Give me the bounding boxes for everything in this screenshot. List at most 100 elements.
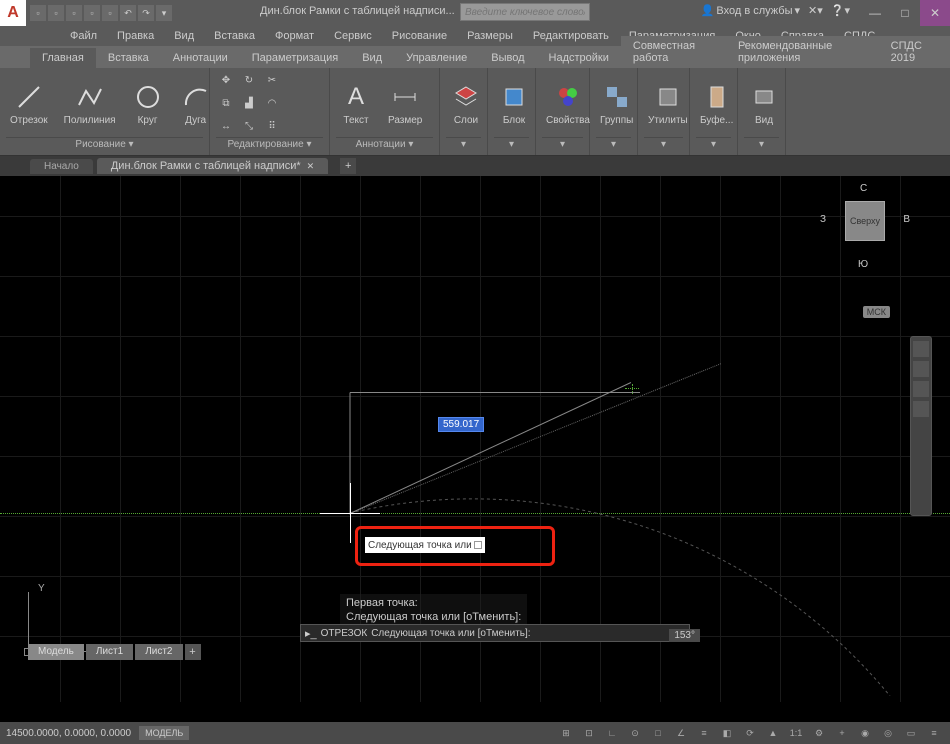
tab-model[interactable]: Модель	[28, 644, 84, 660]
isolate-icon[interactable]: ◎	[878, 725, 898, 741]
hardware-accel-icon[interactable]: ◉	[855, 725, 875, 741]
snap-toggle-icon[interactable]: ⊡	[579, 725, 599, 741]
props-button[interactable]: Свойства	[542, 79, 594, 128]
qat-save-icon[interactable]: ▫	[66, 5, 82, 21]
lineweight-toggle-icon[interactable]: ≡	[694, 725, 714, 741]
groups-button[interactable]: Группы	[596, 79, 637, 128]
search-box[interactable]	[460, 3, 590, 21]
anno-monitor-icon[interactable]: +	[832, 725, 852, 741]
cmd-toggle-icon[interactable]: ▸_	[305, 627, 317, 640]
menu-insert[interactable]: Вставка	[204, 28, 265, 44]
app-menu-icon[interactable]: A	[0, 0, 26, 26]
exchange-icon[interactable]: ✕▾	[808, 4, 823, 17]
viewcube-w[interactable]: З	[820, 214, 826, 225]
close-tab-icon[interactable]: ✕	[307, 161, 315, 171]
customize-icon[interactable]: ≡	[924, 725, 944, 741]
trim-icon[interactable]: ✂	[262, 71, 282, 91]
help-icon[interactable]: ❔▾	[831, 4, 850, 17]
doc-tab-start[interactable]: Начало	[30, 159, 93, 174]
menu-file[interactable]: Файл	[60, 28, 107, 44]
tab-output[interactable]: Вывод	[479, 48, 536, 68]
panel-view-title[interactable]: ▾	[744, 137, 779, 153]
cycling-toggle-icon[interactable]: ⟳	[740, 725, 760, 741]
panel-edit-title[interactable]: Редактирование ▾	[216, 137, 323, 153]
panel-draw-title[interactable]: Рисование ▾	[6, 137, 203, 153]
qat-undo-icon[interactable]: ↶	[120, 5, 136, 21]
scale-icon[interactable]: ⤡	[239, 117, 259, 137]
nav-pan-icon[interactable]	[913, 361, 929, 377]
add-layout-button[interactable]: +	[185, 644, 201, 660]
qat-more-icon[interactable]: ▾	[156, 5, 172, 21]
anno-vis-icon[interactable]: 1:1	[786, 725, 806, 741]
tab-addins[interactable]: Надстройки	[537, 48, 621, 68]
viewcube-e[interactable]: В	[903, 214, 910, 225]
qat-saveas-icon[interactable]: ▫	[84, 5, 100, 21]
menu-format[interactable]: Формат	[265, 28, 324, 44]
viewcube-s[interactable]: Ю	[858, 259, 868, 270]
drawing-canvas[interactable]: 559.017 Следующая точка или Сверху С Ю В…	[0, 176, 950, 702]
menu-edit[interactable]: Правка	[107, 28, 164, 44]
stretch-icon[interactable]: ↔	[216, 117, 236, 137]
tab-view[interactable]: Вид	[350, 48, 394, 68]
close-button[interactable]: ✕	[920, 0, 950, 26]
text-button[interactable]: AТекст	[336, 79, 376, 128]
layers-button[interactable]: Слои	[446, 79, 486, 128]
clipboard-button[interactable]: Буфе...	[696, 79, 737, 128]
line-button[interactable]: Отрезок	[6, 79, 52, 128]
move-icon[interactable]: ✥	[216, 71, 236, 91]
otrack-toggle-icon[interactable]: ∠	[671, 725, 691, 741]
ucs-badge[interactable]: МСК	[863, 306, 890, 318]
command-line[interactable]: ▸_ ОТРЕЗОК Следующая точка или [оТменить…	[300, 624, 690, 642]
qat-new-icon[interactable]: ▫	[30, 5, 46, 21]
menu-view[interactable]: Вид	[164, 28, 204, 44]
tab-insert[interactable]: Вставка	[96, 48, 161, 68]
search-input[interactable]	[461, 4, 589, 20]
command-input[interactable]	[535, 628, 676, 639]
panel-block-title[interactable]: ▾	[494, 137, 529, 153]
nav-orbit-icon[interactable]	[913, 401, 929, 417]
viewcube-face[interactable]: Сверху	[845, 201, 885, 241]
cleanscreen-icon[interactable]: ▭	[901, 725, 921, 741]
workspace-icon[interactable]: ⚙	[809, 725, 829, 741]
status-mode[interactable]: МОДЕЛЬ	[139, 726, 189, 740]
panel-groups-title[interactable]: ▾	[596, 137, 631, 153]
tab-layout1[interactable]: Лист1	[86, 644, 133, 660]
menu-dims[interactable]: Размеры	[457, 28, 523, 44]
t tab-layout2[interactable]: Лист2	[135, 644, 182, 660]
polar-toggle-icon[interactable]: ⊙	[625, 725, 645, 741]
viewcube-n[interactable]: С	[860, 183, 867, 194]
tab-collab[interactable]: Совместная работа	[621, 36, 726, 68]
utils-button[interactable]: Утилиты	[644, 79, 692, 128]
menu-draw[interactable]: Рисование	[382, 28, 457, 44]
panel-clip-title[interactable]: ▾	[696, 137, 731, 153]
panel-annot-title[interactable]: Аннотации ▾	[336, 137, 433, 153]
osnap-toggle-icon[interactable]: □	[648, 725, 668, 741]
anno-scale-icon[interactable]: ▲	[763, 725, 783, 741]
nav-zoom-icon[interactable]	[913, 381, 929, 397]
minimize-button[interactable]: —	[860, 0, 890, 26]
transparency-toggle-icon[interactable]: ◧	[717, 725, 737, 741]
panel-utils-title[interactable]: ▾	[644, 137, 683, 153]
doc-tab-current[interactable]: Дин.блок Рамки с таблицей надписи*✕	[97, 158, 328, 174]
qat-redo-icon[interactable]: ↷	[138, 5, 154, 21]
panel-props-title[interactable]: ▾	[542, 137, 583, 153]
ortho-toggle-icon[interactable]: ∟	[602, 725, 622, 741]
tab-spds[interactable]: СПДС 2019	[879, 36, 950, 68]
menu-service[interactable]: Сервис	[324, 28, 382, 44]
dynamic-input[interactable]: Следующая точка или	[365, 537, 485, 553]
fillet-icon[interactable]: ◠	[262, 94, 282, 114]
tab-annot[interactable]: Аннотации	[161, 48, 240, 68]
tab-param[interactable]: Параметризация	[240, 48, 350, 68]
tab-manage[interactable]: Управление	[394, 48, 479, 68]
block-button[interactable]: Блок	[494, 79, 534, 128]
new-tab-button[interactable]: +	[340, 158, 356, 174]
polyline-button[interactable]: Полилиния	[60, 79, 120, 128]
navigation-bar[interactable]	[910, 336, 932, 516]
array-icon[interactable]: ⠿	[262, 117, 282, 137]
panel-layers-title[interactable]: ▾	[446, 137, 481, 153]
rotate-icon[interactable]: ↻	[239, 71, 259, 91]
signin-link[interactable]: 👤 Вход в службы ▾	[701, 4, 800, 17]
tab-featured[interactable]: Рекомендованные приложения	[726, 36, 879, 68]
copy-icon[interactable]: ⧉	[216, 94, 236, 114]
nav-wheel-icon[interactable]	[913, 341, 929, 357]
